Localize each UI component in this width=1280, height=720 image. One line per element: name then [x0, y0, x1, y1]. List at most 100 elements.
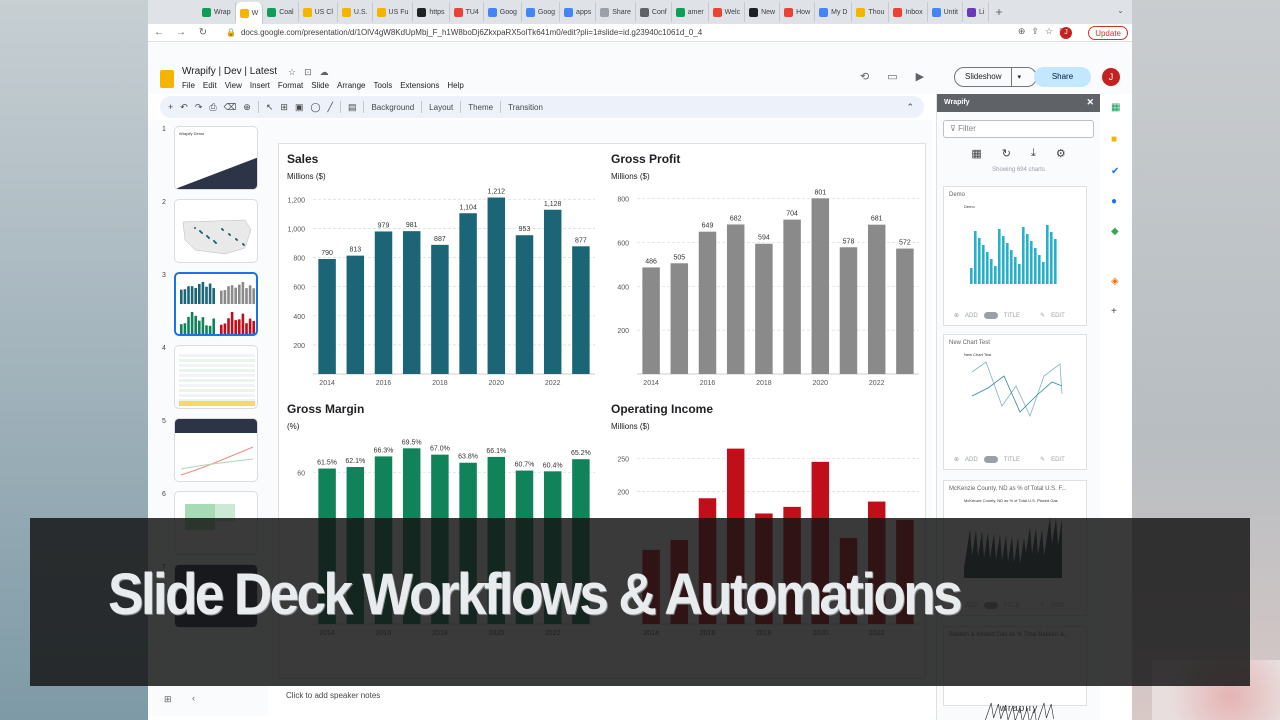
refresh-icon[interactable]: ↻: [1002, 147, 1011, 160]
select-icon[interactable]: ↖: [266, 102, 274, 113]
edit-icon[interactable]: ✎: [1040, 312, 1045, 319]
url-field[interactable]: 🔒 docs.google.com/presentation/d/1OlV4gW8…: [226, 28, 702, 37]
text-box-icon[interactable]: ⊞: [280, 102, 288, 113]
keep-icon[interactable]: ■: [1111, 134, 1117, 145]
bar[interactable]: [487, 197, 506, 374]
grid-view-icon[interactable]: ⊞: [164, 694, 172, 705]
bookmark-star-icon[interactable]: ☆: [1045, 26, 1053, 37]
slide-thumbnail[interactable]: [174, 418, 258, 482]
chart-card[interactable]: New Chart Test New Chart Test ⊕ ADD TITLE ✎ ED…: [943, 334, 1087, 470]
bar[interactable]: [431, 244, 449, 374]
account-avatar[interactable]: J: [1102, 68, 1120, 86]
menu-arrange[interactable]: Arrange: [337, 81, 365, 90]
browser-tab[interactable]: Wrap: [198, 2, 236, 22]
maps-icon[interactable]: ◆: [1111, 226, 1119, 237]
shape-icon[interactable]: ◯: [310, 102, 320, 113]
slide-thumbnail-row[interactable]: 5: [162, 418, 258, 482]
add-icon[interactable]: ⊕: [954, 456, 959, 463]
menu-tools[interactable]: Tools: [374, 81, 393, 90]
browser-tab[interactable]: TU4: [450, 2, 484, 22]
add-button[interactable]: ADD: [965, 313, 978, 319]
layout-button[interactable]: Layout: [429, 103, 453, 112]
bar[interactable]: [783, 219, 801, 374]
zoom-icon[interactable]: ⊕: [243, 102, 251, 113]
bar[interactable]: [459, 213, 477, 374]
print-icon[interactable]: ⎙: [209, 102, 216, 113]
meet-icon[interactable]: ▶: [916, 70, 924, 83]
bar[interactable]: [755, 243, 773, 374]
slide-thumbnail-row[interactable]: 4: [162, 345, 258, 409]
new-slide-icon[interactable]: +: [168, 102, 173, 112]
menu-help[interactable]: Help: [447, 81, 463, 90]
browser-tab[interactable]: Thou: [852, 2, 890, 22]
bar[interactable]: [346, 255, 365, 374]
bar[interactable]: [867, 224, 886, 374]
bar[interactable]: [811, 198, 830, 374]
bar[interactable]: [839, 247, 858, 374]
collapse-filmstrip-icon[interactable]: ‹: [192, 693, 195, 703]
slide-thumbnail[interactable]: [174, 199, 258, 263]
menu-format[interactable]: Format: [278, 81, 303, 90]
insert-chart-icon[interactable]: ▦: [971, 147, 981, 160]
slide-thumbnail[interactable]: [174, 345, 258, 409]
menu-extensions[interactable]: Extensions: [400, 81, 439, 90]
browser-tab[interactable]: New: [745, 2, 781, 22]
star-icon[interactable]: ☆: [288, 67, 296, 78]
bar[interactable]: [515, 235, 534, 374]
share-page-icon[interactable]: ⇪: [1031, 26, 1039, 37]
document-title[interactable]: Wrapify | Dev | Latest: [182, 66, 277, 77]
edit-button[interactable]: EDIT: [1051, 313, 1065, 319]
settings-gear-icon[interactable]: ⚙: [1056, 147, 1066, 160]
line-icon[interactable]: ╱: [328, 102, 333, 113]
browser-tab[interactable]: Untit: [928, 2, 963, 22]
add-icon[interactable]: ⊕: [954, 312, 959, 319]
filter-input[interactable]: ⊽ Filter: [943, 120, 1094, 138]
download-icon[interactable]: ⤓: [1031, 147, 1036, 160]
title-toggle[interactable]: [983, 312, 998, 319]
menu-edit[interactable]: Edit: [203, 81, 217, 90]
slide-thumbnail[interactable]: Wrapify Demo: [174, 126, 258, 190]
browser-tab[interactable]: apps: [560, 2, 597, 22]
browser-profile-avatar[interactable]: J: [1060, 27, 1072, 39]
slide-thumbnail[interactable]: [174, 272, 258, 336]
edit-icon[interactable]: ✎: [1040, 456, 1045, 463]
forward-icon[interactable]: →: [170, 27, 192, 38]
slideshow-button[interactable]: Slideshow ▾: [954, 67, 1037, 87]
google-lens-icon[interactable]: ⊕: [1018, 26, 1026, 37]
bar[interactable]: [374, 231, 393, 374]
addon-icon[interactable]: ◈: [1111, 276, 1119, 287]
bar[interactable]: [896, 248, 914, 374]
tasks-icon[interactable]: ✔: [1111, 166, 1119, 177]
chart-card[interactable]: Demo Demo ⊕ ADD TITLE ✎ EDIT: [943, 186, 1087, 326]
bar[interactable]: [670, 263, 689, 374]
undo-icon[interactable]: ↶: [180, 102, 188, 113]
browser-tab[interactable]: Inbox: [889, 2, 928, 22]
menu-view[interactable]: View: [225, 81, 242, 90]
cloud-saved-icon[interactable]: ☁: [320, 67, 329, 78]
collapse-toolbar-icon[interactable]: ⌃: [906, 102, 914, 113]
browser-tab[interactable]: Goog: [522, 2, 561, 22]
reload-icon[interactable]: ↻: [192, 27, 214, 38]
browser-tab[interactable]: US Fu: [373, 2, 414, 22]
bar[interactable]: [402, 231, 421, 374]
browser-tab[interactable]: U.S.: [338, 2, 373, 22]
update-button[interactable]: Update: [1088, 26, 1128, 40]
share-button[interactable]: Share: [1034, 67, 1091, 87]
background-button[interactable]: Background: [371, 103, 414, 112]
slideshow-label[interactable]: Slideshow: [955, 68, 1013, 86]
slide-thumbnail-row[interactable]: 2: [162, 199, 258, 263]
comment-add-icon[interactable]: ▤: [348, 102, 357, 113]
add-button[interactable]: ADD: [965, 457, 978, 463]
browser-tab[interactable]: How: [780, 2, 816, 22]
version-history-icon[interactable]: ⟲: [860, 70, 869, 83]
bar[interactable]: [543, 209, 562, 374]
transition-button[interactable]: Transition: [508, 103, 543, 112]
bar[interactable]: [572, 246, 590, 374]
browser-tab[interactable]: Share: [596, 2, 636, 22]
add-addon-icon[interactable]: +: [1111, 306, 1117, 317]
browser-tab[interactable]: US Cl: [299, 2, 338, 22]
image-icon[interactable]: ▣: [295, 102, 304, 113]
bar[interactable]: [698, 231, 717, 374]
browser-tab[interactable]: Li: [963, 2, 990, 22]
bar[interactable]: [318, 258, 336, 374]
